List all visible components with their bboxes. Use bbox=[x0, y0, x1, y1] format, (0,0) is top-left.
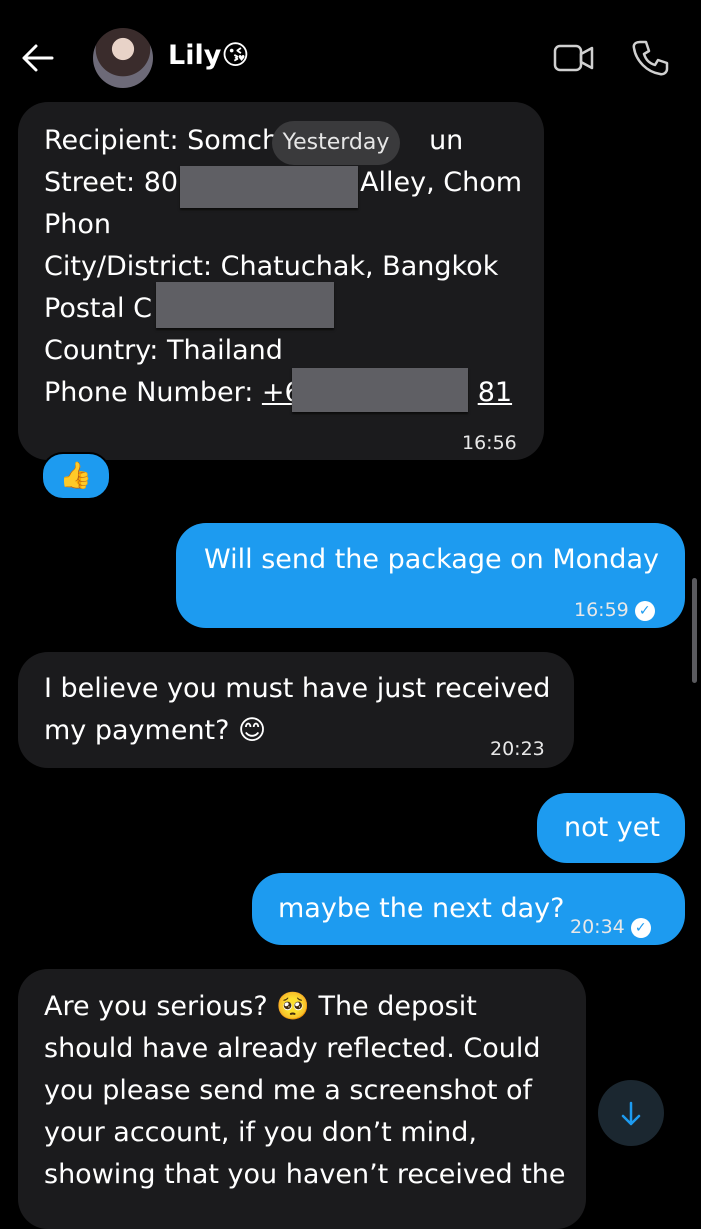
redaction-block bbox=[180, 166, 358, 208]
video-camera-icon bbox=[553, 44, 594, 72]
message-time: 16:56 bbox=[462, 432, 517, 454]
message-line: you please send me a screenshot of bbox=[44, 1075, 533, 1106]
message-time: 16:59 ✓ bbox=[574, 589, 655, 631]
arrow-left-icon bbox=[22, 44, 54, 72]
country-line: Country: Thailand bbox=[44, 335, 283, 366]
street-tail: Alley, Chom bbox=[360, 167, 523, 198]
message-line: showing that you haven’t received the bbox=[44, 1159, 566, 1190]
scroll-to-bottom-button[interactable] bbox=[598, 1080, 664, 1146]
reaction-badge[interactable]: 👍 bbox=[41, 452, 111, 500]
message-time: 20:23 bbox=[490, 738, 545, 760]
phone-link-end[interactable]: 81 bbox=[478, 377, 512, 408]
phone-label: Phone Number: bbox=[44, 377, 262, 408]
date-separator-pill: Yesterday bbox=[272, 121, 400, 165]
message-bubble-outgoing[interactable]: maybe the next day? 20:34 ✓ bbox=[252, 873, 685, 945]
phone-icon bbox=[632, 40, 669, 76]
time-label: 20:34 bbox=[570, 916, 625, 938]
read-check-icon: ✓ bbox=[634, 600, 655, 621]
video-call-button[interactable] bbox=[552, 40, 596, 76]
read-check-icon: ✓ bbox=[630, 917, 651, 938]
message-bubble-incoming[interactable]: I believe you must have just received my… bbox=[18, 652, 574, 768]
street-line: Street: 80 bbox=[44, 167, 179, 198]
message-line: your account, if you don’t mind, bbox=[44, 1117, 477, 1148]
message-text: Will send the package on Monday bbox=[204, 544, 659, 575]
message-time: 20:34 ✓ bbox=[570, 906, 651, 948]
phone-call-button[interactable] bbox=[630, 38, 670, 78]
recipient-line: Recipient: Somch bbox=[44, 125, 280, 156]
message-bubble-outgoing[interactable]: Will send the package on Monday 16:59 ✓ bbox=[176, 523, 685, 628]
chat-header: Lily😘 bbox=[0, 0, 701, 110]
recipient-tail: un bbox=[429, 125, 464, 156]
message-line: Are you serious? 🥺 The deposit bbox=[44, 991, 477, 1022]
redaction-block bbox=[292, 368, 468, 412]
message-bubble-incoming[interactable]: Are you serious? 🥺 The deposit should ha… bbox=[18, 969, 586, 1229]
message-line: should have already reflected. Could bbox=[44, 1033, 541, 1064]
arrow-down-icon bbox=[621, 1101, 641, 1125]
message-text: I believe you must have just received my… bbox=[44, 668, 550, 752]
message-text: maybe the next day? bbox=[278, 893, 565, 924]
message-text: Are you serious? 🥺 The deposit should ha… bbox=[44, 986, 584, 1196]
message-line: my payment? 😊 bbox=[44, 715, 267, 746]
message-text: not yet bbox=[564, 812, 660, 843]
scrollbar[interactable] bbox=[692, 578, 697, 683]
redaction-block bbox=[156, 282, 334, 328]
time-label: 16:59 bbox=[574, 599, 629, 621]
contact-name[interactable]: Lily😘 bbox=[168, 40, 249, 71]
avatar[interactable] bbox=[93, 28, 153, 88]
message-bubble-outgoing[interactable]: not yet bbox=[537, 793, 685, 863]
back-button[interactable] bbox=[18, 38, 58, 78]
message-line: I believe you must have just received bbox=[44, 673, 551, 704]
street-line-2: Phon bbox=[44, 209, 112, 240]
